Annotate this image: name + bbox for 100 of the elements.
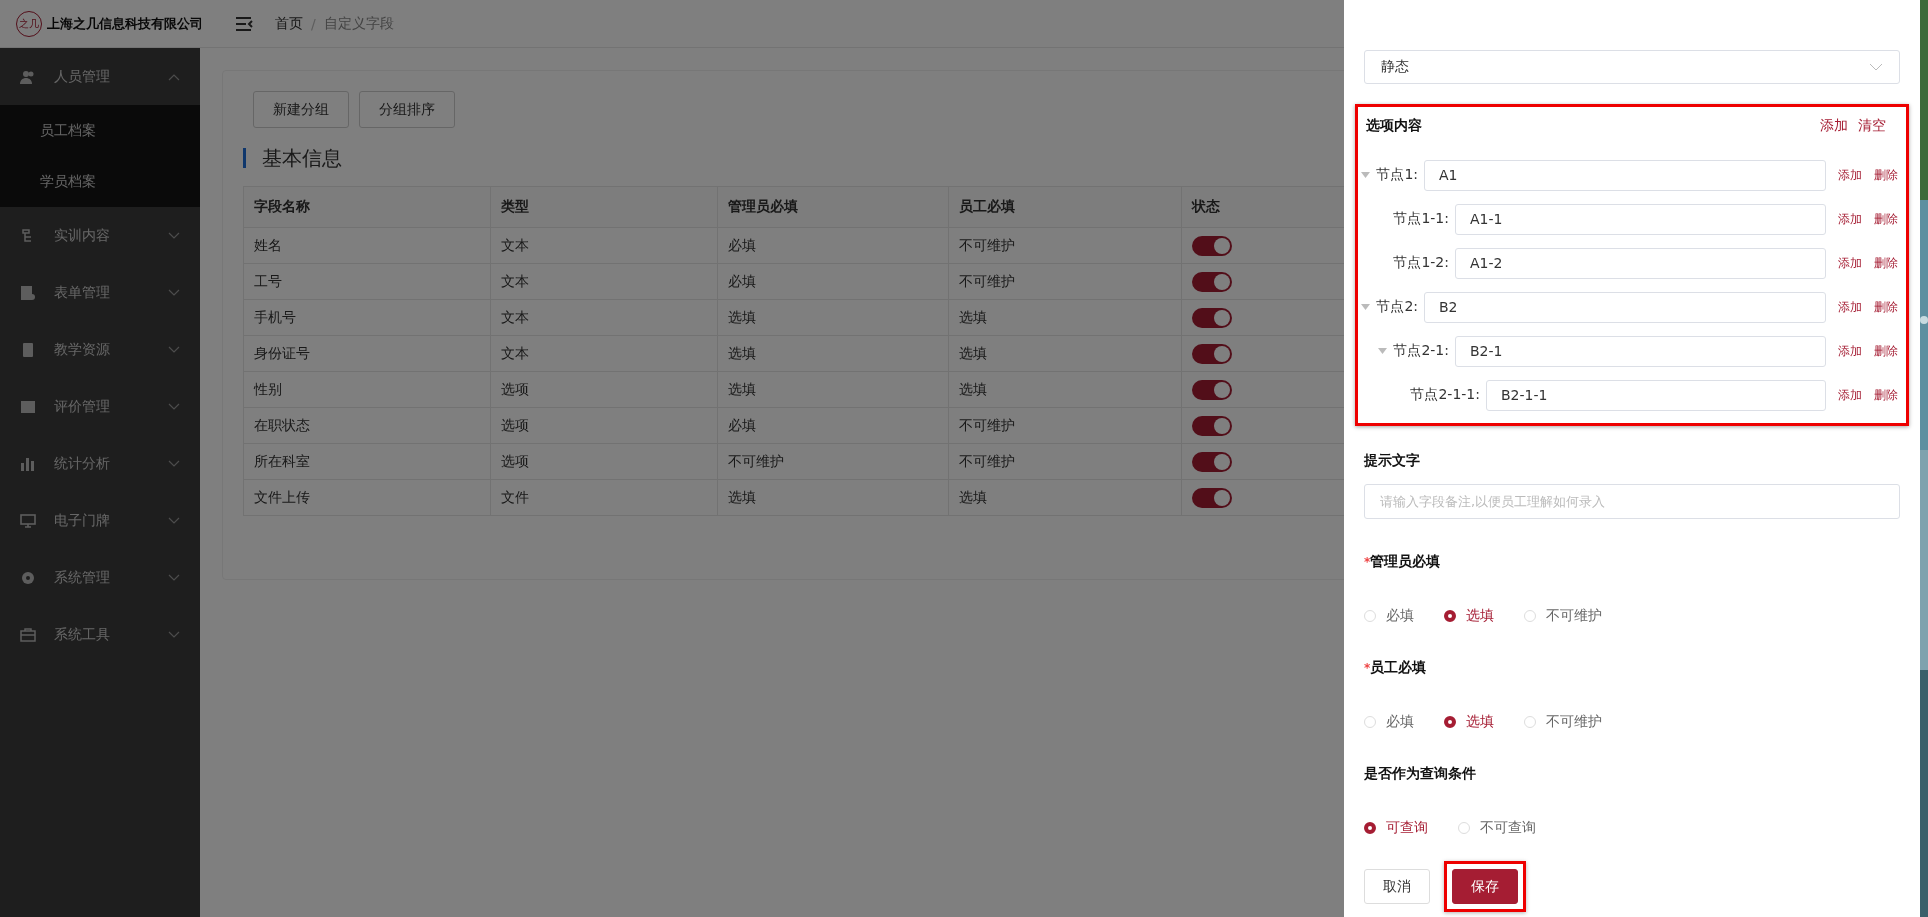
node-action-link[interactable]: 删除 (1874, 298, 1898, 316)
field-label: *管理员必填 (1364, 553, 1441, 571)
chevron-icon (168, 516, 180, 525)
breadcrumb-separator: / (311, 15, 316, 32)
node-label: 节点2: (1376, 298, 1418, 316)
radio-option[interactable]: 不可维护 (1524, 607, 1602, 625)
node-action-link[interactable]: 删除 (1874, 166, 1898, 184)
radio-option[interactable]: 选填 (1444, 713, 1494, 731)
chevron-icon (168, 630, 180, 639)
table-cell: 不可维护 (948, 407, 1182, 444)
bars-icon (20, 455, 36, 472)
radio-option[interactable]: 必填 (1364, 607, 1414, 625)
options-title: 选项内容 (1366, 117, 1422, 135)
table-cell: 文本 (490, 227, 718, 264)
node-input[interactable]: A1-2 (1455, 247, 1826, 279)
field-label: *员工必填 (1364, 659, 1427, 677)
table-cell: 文本 (490, 299, 718, 336)
radio-option[interactable]: 不可维护 (1524, 713, 1602, 731)
table-cell: 姓名 (243, 227, 491, 264)
table-cell: 选填 (948, 371, 1182, 408)
node-label: 节点1-2: (1393, 254, 1449, 272)
node-action-link[interactable]: 删除 (1874, 210, 1898, 228)
book-icon (20, 341, 36, 358)
case-icon (20, 626, 36, 643)
radio-option[interactable]: 选填 (1444, 607, 1494, 625)
breadcrumb-link[interactable]: 首页 (275, 14, 303, 33)
radio-option[interactable]: 必填 (1364, 713, 1414, 731)
column-header: 管理员必填 (717, 186, 949, 228)
node-label: 节点1-1: (1393, 210, 1449, 228)
radio-option[interactable]: 不可查询 (1458, 819, 1536, 837)
hint-input[interactable]: 请输入字段备注,以便员工理解如何录入 (1364, 484, 1900, 519)
status-switch[interactable] (1192, 379, 1232, 400)
node-input[interactable]: B2-1 (1455, 335, 1826, 367)
table-cell: 选填 (948, 299, 1182, 336)
sidebar-subitem[interactable]: 学员档案 (0, 156, 200, 207)
table-cell: 选项 (490, 443, 718, 480)
field-label: 是否作为查询条件 (1364, 765, 1476, 783)
table-cell: 不可维护 (948, 263, 1182, 300)
table-cell: 选填 (717, 299, 949, 336)
node-action-link[interactable]: 删除 (1874, 254, 1898, 272)
menu-collapse-icon[interactable] (235, 16, 253, 31)
chevron-icon (168, 459, 180, 468)
column-header: 字段名称 (243, 186, 491, 228)
chevron-icon (168, 231, 180, 240)
table-cell: 选项 (490, 407, 718, 444)
monitor-icon (20, 512, 36, 529)
status-switch[interactable] (1192, 415, 1232, 436)
table-cell: 选项 (490, 371, 718, 408)
status-switch[interactable] (1192, 451, 1232, 472)
type-select[interactable]: 静态 (1364, 50, 1900, 84)
table-cell: 在职状态 (243, 407, 491, 444)
table-cell: 文本 (490, 335, 718, 372)
chevron-icon (168, 72, 180, 81)
node-input[interactable]: B2-1-1 (1486, 379, 1826, 411)
save-button[interactable]: 保存 (1452, 869, 1518, 904)
table-cell: 不可维护 (717, 443, 949, 480)
table-cell: 必填 (717, 407, 949, 444)
column-header: 员工必填 (948, 186, 1182, 228)
node-label: 节点1: (1376, 166, 1418, 184)
table-cell: 工号 (243, 263, 491, 300)
options-action-link[interactable]: 清空 (1858, 117, 1886, 135)
table-cell: 不可维护 (948, 227, 1182, 264)
node-input[interactable]: A1-1 (1455, 203, 1826, 235)
chevron-icon (168, 402, 180, 411)
node-action-link[interactable]: 添加 (1838, 254, 1862, 272)
table-cell: 文本 (490, 263, 718, 300)
node-input[interactable]: A1 (1424, 159, 1826, 191)
table-cell: 选填 (948, 479, 1182, 516)
options-action-link[interactable]: 添加 (1820, 117, 1848, 135)
node-label: 节点2-1-1: (1410, 386, 1480, 404)
status-switch[interactable] (1192, 271, 1232, 292)
status-switch[interactable] (1192, 487, 1232, 508)
status-switch[interactable] (1192, 343, 1232, 364)
table-cell: 必填 (717, 263, 949, 300)
column-header: 类型 (490, 186, 718, 228)
table-cell: 所在科室 (243, 443, 491, 480)
node-action-link[interactable]: 添加 (1838, 298, 1862, 316)
form-icon (20, 284, 36, 301)
user-icon (20, 68, 36, 85)
node-action-link[interactable]: 删除 (1874, 386, 1898, 404)
chevron-icon (168, 345, 180, 354)
table-cell: 选填 (948, 335, 1182, 372)
node-action-link[interactable]: 添加 (1838, 342, 1862, 360)
radio-option[interactable]: 可查询 (1364, 819, 1428, 837)
status-switch[interactable] (1192, 307, 1232, 328)
status-switch[interactable] (1192, 235, 1232, 256)
node-action-link[interactable]: 删除 (1874, 342, 1898, 360)
table-cell: 身份证号 (243, 335, 491, 372)
group-button[interactable]: 新建分组 (253, 91, 349, 128)
chevron-icon (1869, 63, 1883, 71)
node-action-link[interactable]: 添加 (1838, 166, 1862, 184)
table-cell: 必填 (717, 227, 949, 264)
chevron-icon (168, 573, 180, 582)
table-cell: 手机号 (243, 299, 491, 336)
table-cell: 不可维护 (948, 443, 1182, 480)
node-action-link[interactable]: 添加 (1838, 386, 1862, 404)
cancel-button[interactable]: 取消 (1364, 869, 1430, 904)
node-input[interactable]: B2 (1424, 291, 1826, 323)
group-button[interactable]: 分组排序 (359, 91, 455, 128)
sidebar-subitem[interactable]: 员工档案 (0, 105, 200, 156)
